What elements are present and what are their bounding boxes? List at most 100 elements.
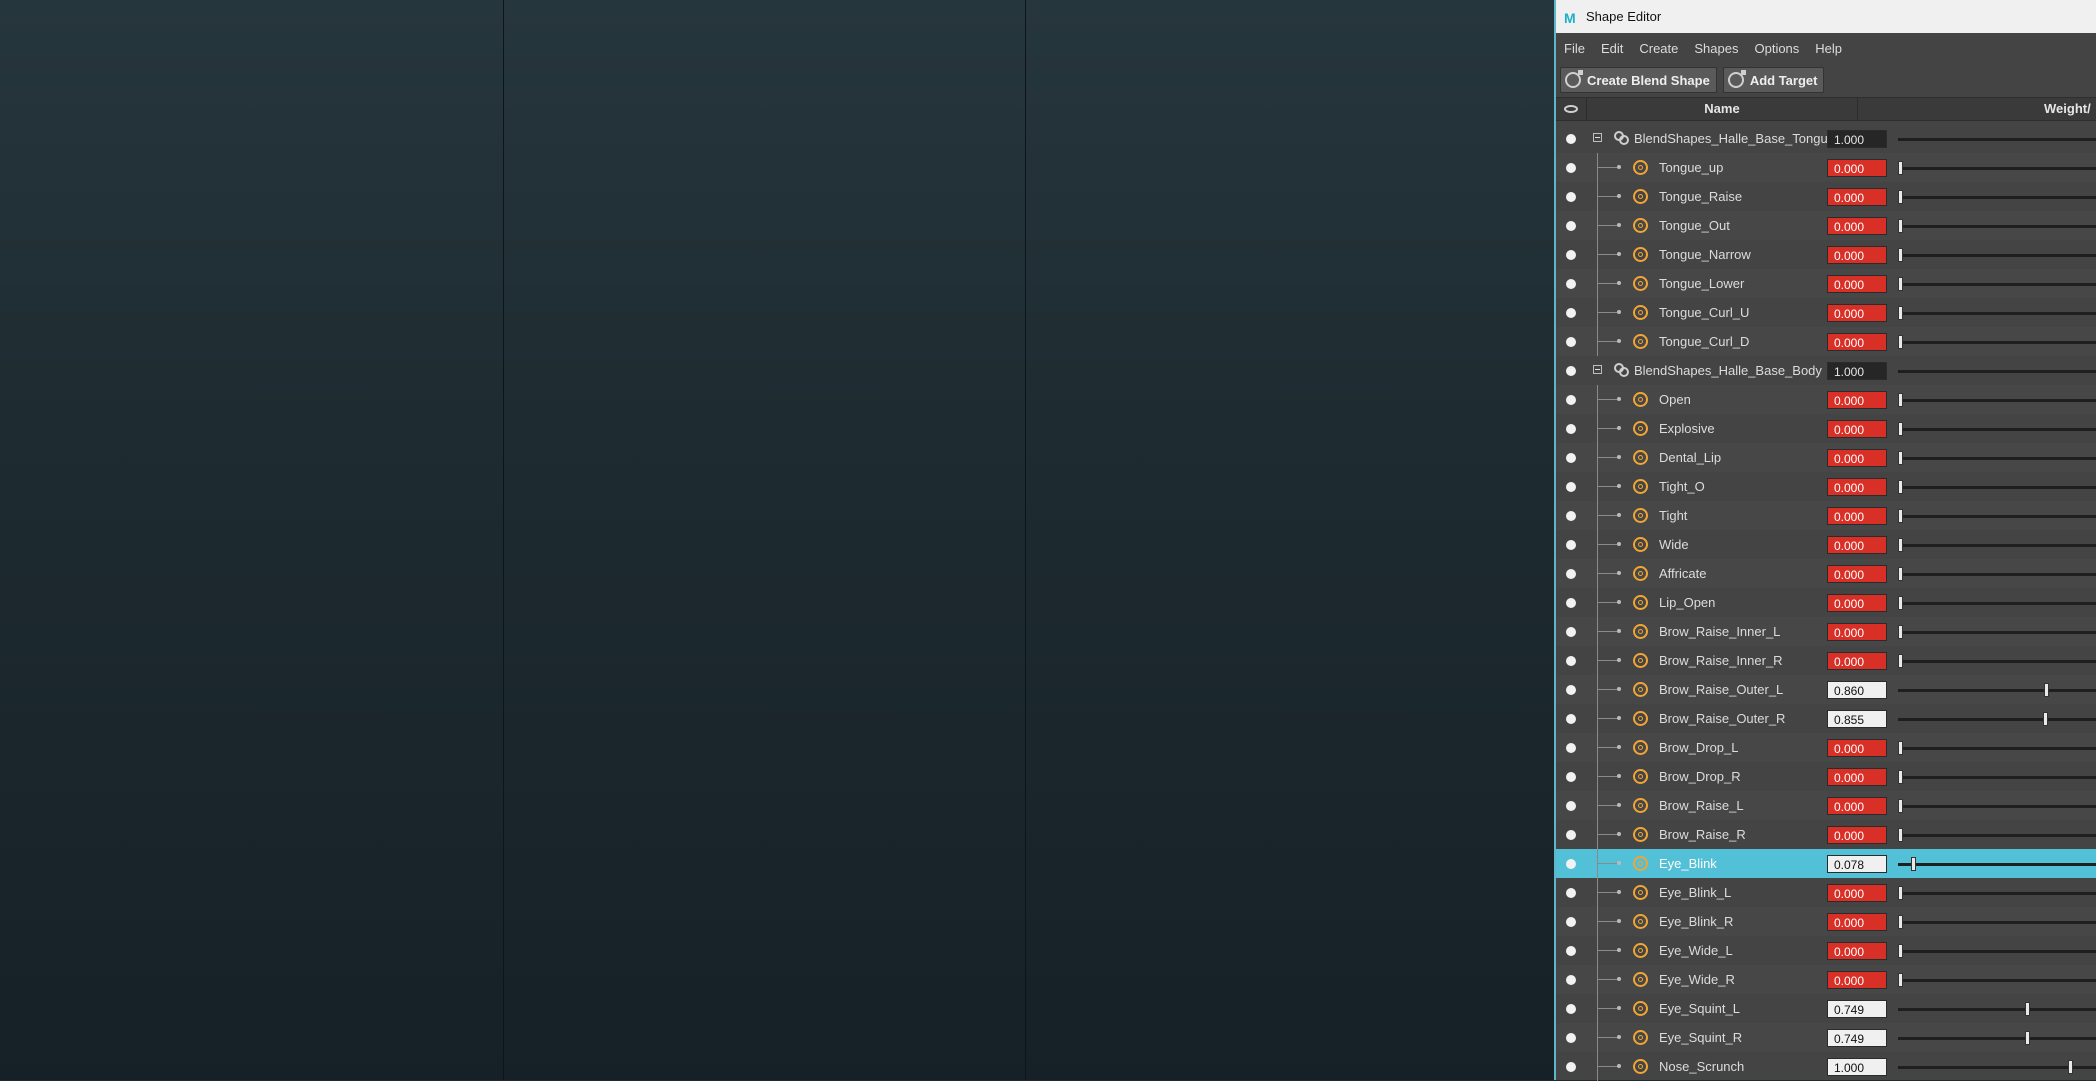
weight-slider-handle[interactable] [1898, 277, 1903, 291]
weight-field[interactable]: 0.000 [1827, 507, 1887, 525]
weight-field[interactable]: 0.078 [1827, 855, 1887, 873]
target-row[interactable]: Lip_Open 0.000 [1556, 588, 2096, 617]
weight-slider-handle[interactable] [1898, 509, 1903, 523]
menu-options[interactable]: Options [1746, 41, 1807, 56]
weight-slider-track[interactable] [1898, 718, 2096, 721]
visibility-toggle[interactable] [1566, 221, 1576, 231]
weight-field[interactable]: 0.000 [1827, 739, 1887, 757]
weight-slider-handle[interactable] [2068, 1060, 2073, 1074]
weight-field[interactable]: 0.000 [1827, 768, 1887, 786]
weight-field[interactable]: 0.000 [1827, 159, 1887, 177]
weight-field[interactable]: 1.000 [1827, 362, 1887, 380]
target-row[interactable]: Tongue_Curl_U 0.000 [1556, 298, 2096, 327]
weight-slider-track[interactable] [1898, 1008, 2096, 1011]
target-row[interactable]: Eye_Squint_R 0.749 [1556, 1023, 2096, 1052]
visibility-toggle[interactable] [1566, 830, 1576, 840]
weight-slider-track[interactable] [1898, 428, 2096, 431]
name-column-header[interactable]: Name [1587, 98, 1858, 120]
weight-slider-track[interactable] [1898, 776, 2096, 779]
visibility-toggle[interactable] [1566, 337, 1576, 347]
add-target-button[interactable]: Add Target [1722, 67, 1825, 93]
weight-field[interactable]: 0.000 [1827, 449, 1887, 467]
visibility-toggle[interactable] [1566, 569, 1576, 579]
target-row[interactable]: Tongue_Curl_D 0.000 [1556, 327, 2096, 356]
weight-field[interactable]: 0.000 [1827, 246, 1887, 264]
blend-shape-node-row[interactable]: BlendShapes_Halle_Base_Tongue 1.000 [1556, 124, 2096, 153]
target-row[interactable]: Brow_Raise_L 0.000 [1556, 791, 2096, 820]
menu-shapes[interactable]: Shapes [1686, 41, 1746, 56]
target-row[interactable]: Tongue_Out 0.000 [1556, 211, 2096, 240]
weight-slider-track[interactable] [1898, 341, 2096, 344]
weight-field[interactable]: 0.860 [1827, 681, 1887, 699]
visibility-toggle[interactable] [1566, 685, 1576, 695]
visibility-toggle[interactable] [1566, 598, 1576, 608]
weight-slider-track[interactable] [1898, 399, 2096, 402]
weight-slider-track[interactable] [1898, 892, 2096, 895]
weight-field[interactable]: 0.000 [1827, 652, 1887, 670]
weight-slider-track[interactable] [1898, 1066, 2096, 1069]
target-row[interactable]: Brow_Raise_Inner_R 0.000 [1556, 646, 2096, 675]
weight-slider-handle[interactable] [2043, 712, 2048, 726]
target-row[interactable]: Brow_Raise_Inner_L 0.000 [1556, 617, 2096, 646]
weight-field[interactable]: 0.000 [1827, 797, 1887, 815]
weight-slider-track[interactable] [1898, 283, 2096, 286]
blend-shape-node-row[interactable]: BlendShapes_Halle_Base_Body 1.000 [1556, 356, 2096, 385]
visibility-toggle[interactable] [1566, 250, 1576, 260]
weight-field[interactable]: 0.749 [1827, 1000, 1887, 1018]
weight-slider-handle[interactable] [2025, 1031, 2030, 1045]
target-row[interactable]: Brow_Raise_Outer_R 0.855 [1556, 704, 2096, 733]
target-row[interactable]: Eye_Blink_R 0.000 [1556, 907, 2096, 936]
target-row[interactable]: Nose_Scrunch 1.000 [1556, 1052, 2096, 1081]
visibility-toggle[interactable] [1566, 888, 1576, 898]
visibility-toggle[interactable] [1566, 946, 1576, 956]
weight-field[interactable]: 0.000 [1827, 188, 1887, 206]
visibility-toggle[interactable] [1566, 772, 1576, 782]
weight-slider-track[interactable] [1898, 138, 2096, 141]
target-row[interactable]: Affricate 0.000 [1556, 559, 2096, 588]
weight-field[interactable]: 0.000 [1827, 623, 1887, 641]
weight-slider-handle[interactable] [1898, 886, 1903, 900]
visibility-toggle[interactable] [1566, 511, 1576, 521]
weight-slider-handle[interactable] [2044, 683, 2049, 697]
weight-field[interactable]: 0.000 [1827, 420, 1887, 438]
target-row[interactable]: Tongue_Narrow 0.000 [1556, 240, 2096, 269]
weight-slider-track[interactable] [1898, 805, 2096, 808]
visibility-column-header[interactable] [1556, 98, 1587, 120]
weight-slider-track[interactable] [1898, 863, 2096, 866]
weight-slider-handle[interactable] [1898, 973, 1903, 987]
weight-slider-track[interactable] [1898, 660, 2096, 663]
weight-slider-track[interactable] [1898, 950, 2096, 953]
target-row[interactable]: Dental_Lip 0.000 [1556, 443, 2096, 472]
visibility-toggle[interactable] [1566, 1062, 1576, 1072]
visibility-toggle[interactable] [1566, 656, 1576, 666]
weight-slider-handle[interactable] [1898, 219, 1903, 233]
visibility-toggle[interactable] [1566, 714, 1576, 724]
target-row[interactable]: Tongue_Lower 0.000 [1556, 269, 2096, 298]
weight-slider-handle[interactable] [1898, 944, 1903, 958]
weight-slider-track[interactable] [1898, 544, 2096, 547]
weight-slider-track[interactable] [1898, 167, 2096, 170]
visibility-toggle[interactable] [1566, 975, 1576, 985]
target-row[interactable]: Tongue_up 0.000 [1556, 153, 2096, 182]
weight-slider-handle[interactable] [1898, 654, 1903, 668]
weight-slider-track[interactable] [1898, 196, 2096, 199]
target-row[interactable]: Brow_Raise_Outer_L 0.860 [1556, 675, 2096, 704]
weight-slider-track[interactable] [1898, 225, 2096, 228]
weight-slider-handle[interactable] [1898, 393, 1903, 407]
target-row[interactable]: Wide 0.000 [1556, 530, 2096, 559]
weight-slider-track[interactable] [1898, 602, 2096, 605]
weight-slider-handle[interactable] [1898, 625, 1903, 639]
weight-field[interactable]: 0.000 [1827, 478, 1887, 496]
collapse-toggle-icon[interactable] [1593, 133, 1602, 142]
weight-slider-handle[interactable] [1911, 857, 1916, 871]
visibility-toggle[interactable] [1566, 163, 1576, 173]
weight-slider-handle[interactable] [1898, 799, 1903, 813]
weight-column-header[interactable]: Weight/ [2044, 98, 2091, 120]
weight-slider-track[interactable] [1898, 747, 2096, 750]
target-row[interactable]: Eye_Wide_R 0.000 [1556, 965, 2096, 994]
weight-slider-track[interactable] [1898, 457, 2096, 460]
visibility-toggle[interactable] [1566, 627, 1576, 637]
weight-field[interactable]: 0.000 [1827, 333, 1887, 351]
weight-slider-track[interactable] [1898, 370, 2096, 373]
weight-field[interactable]: 0.000 [1827, 971, 1887, 989]
